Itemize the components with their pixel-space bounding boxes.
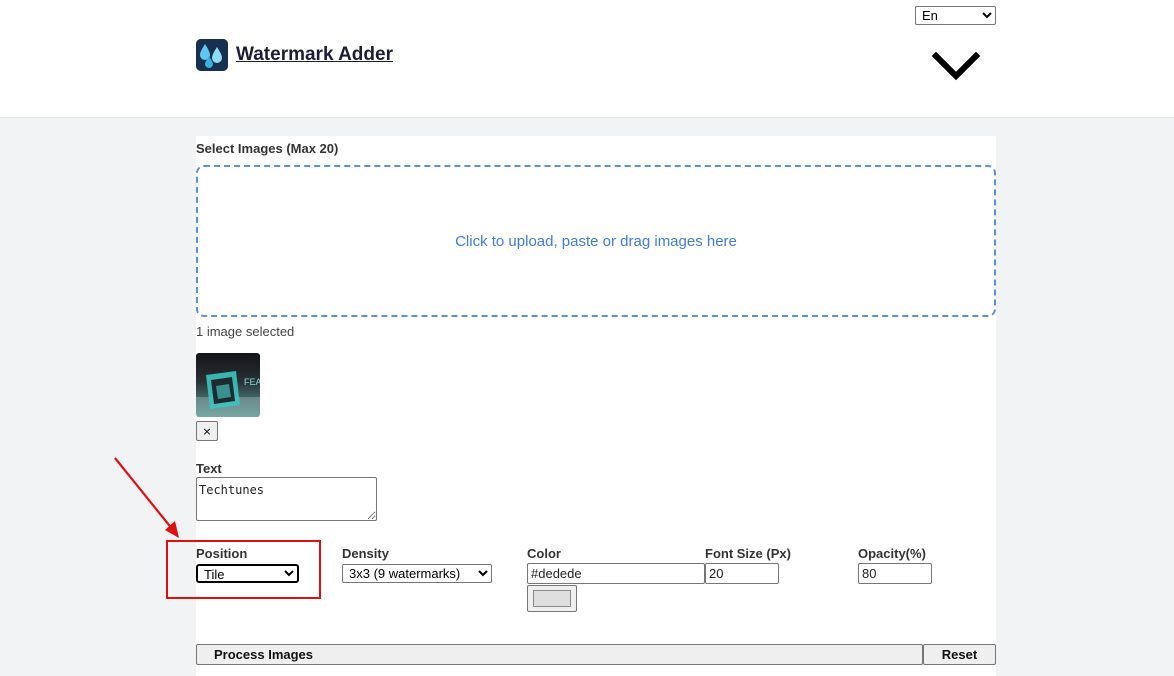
density-select[interactable]: 3x3 (9 watermarks) bbox=[342, 564, 492, 583]
watermark-text-input[interactable]: Techtunes bbox=[196, 477, 377, 521]
droplet-logo-icon bbox=[196, 39, 228, 71]
position-select[interactable]: Tile bbox=[196, 564, 299, 583]
annotation-arrow-icon bbox=[114, 457, 179, 538]
language-select[interactable]: En bbox=[915, 6, 996, 25]
position-label: Position bbox=[196, 546, 248, 561]
opacity-input[interactable] bbox=[858, 563, 932, 584]
density-label: Density bbox=[342, 546, 389, 561]
selected-count-text: 1 image selected bbox=[196, 324, 295, 339]
droplet-logo-graphic bbox=[196, 39, 228, 71]
font-size-input[interactable] bbox=[705, 563, 779, 584]
site-header: En Watermark Adder bbox=[0, 0, 1174, 118]
process-images-button[interactable]: Process Images bbox=[196, 644, 923, 665]
opacity-label: Opacity(%) bbox=[858, 546, 926, 561]
font-size-label: Font Size (Px) bbox=[705, 546, 791, 561]
dropzone-text: Click to upload, paste or drag images he… bbox=[455, 232, 737, 250]
app-title-link[interactable]: Watermark Adder bbox=[236, 44, 393, 66]
thumbnail-text: FEAT bbox=[244, 377, 260, 387]
text-label: Text bbox=[196, 461, 222, 476]
color-picker-button[interactable] bbox=[527, 585, 577, 612]
color-label: Color bbox=[527, 546, 561, 561]
select-images-label: Select Images (Max 20) bbox=[196, 141, 339, 156]
reset-button[interactable]: Reset bbox=[923, 644, 996, 665]
color-hex-input[interactable] bbox=[527, 563, 705, 584]
image-dropzone[interactable]: Click to upload, paste or drag images he… bbox=[196, 165, 996, 317]
color-swatch bbox=[533, 590, 571, 607]
image-thumbnail: FEAT bbox=[196, 353, 260, 417]
remove-image-button[interactable]: × bbox=[196, 421, 218, 441]
chevron-down-icon[interactable] bbox=[930, 50, 982, 84]
